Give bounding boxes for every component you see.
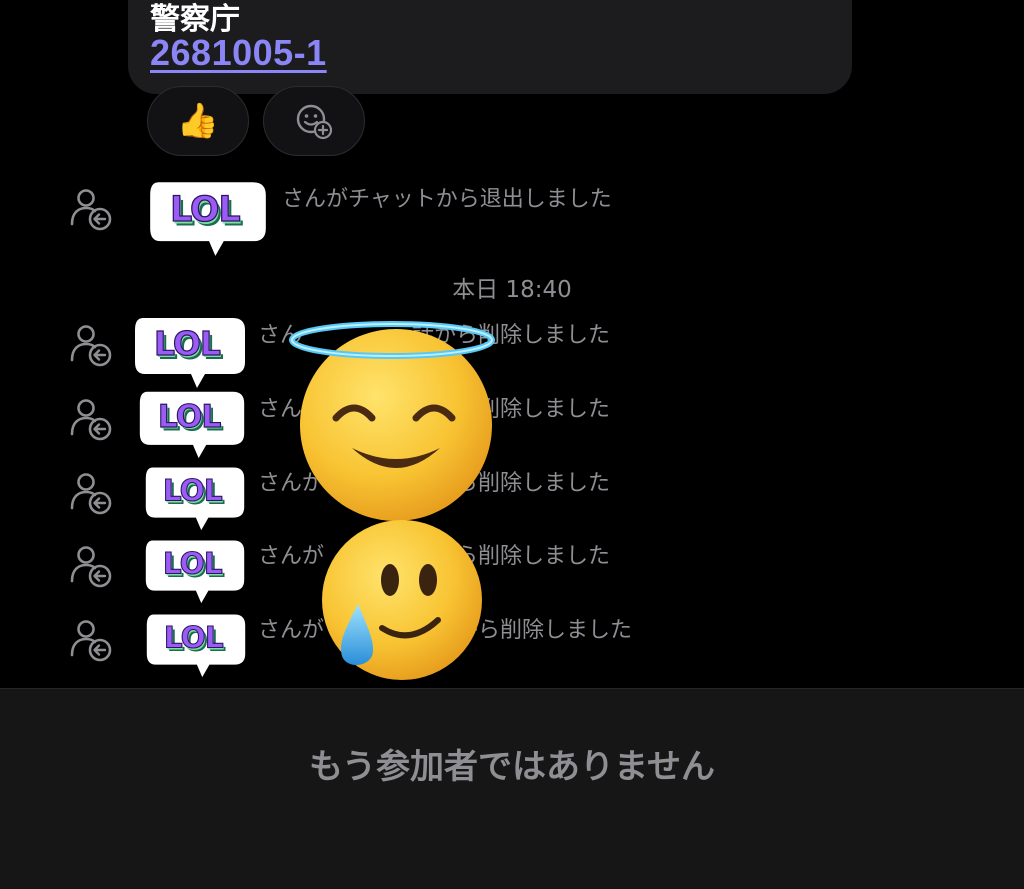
composer-disabled-bar: もう参加者ではありません (0, 688, 1024, 889)
system-event-text: さんがチャットから退出しました (282, 187, 612, 212)
person-leave-icon (70, 325, 112, 367)
lol-sticker (149, 181, 267, 257)
thumbs-up-emoji-icon: 👍 (176, 101, 220, 141)
message-link[interactable]: 2681005-1 (150, 32, 327, 74)
date-separator: 本日 18:40 (452, 277, 572, 303)
person-leave-icon (70, 189, 112, 231)
lol-sticker (146, 613, 246, 678)
message-bubble[interactable]: 警察庁 2681005-1 (128, 0, 852, 94)
add-reaction-icon (296, 104, 333, 140)
person-leave-icon (70, 620, 112, 662)
not-participant-notice: もう参加者ではありません (309, 747, 715, 787)
person-leave-icon (70, 399, 112, 441)
lol-sticker (145, 539, 245, 604)
reaction-thumbs-up-button[interactable]: 👍 (147, 86, 249, 156)
smiling-face-with-tear-icon (322, 520, 482, 680)
smiling-face-with-halo-icon (289, 321, 495, 521)
person-leave-icon (70, 473, 112, 515)
lol-sticker (134, 317, 246, 389)
person-leave-icon (70, 546, 112, 588)
lol-sticker (139, 391, 245, 459)
lol-sticker (145, 466, 245, 531)
add-reaction-button[interactable] (263, 86, 365, 156)
